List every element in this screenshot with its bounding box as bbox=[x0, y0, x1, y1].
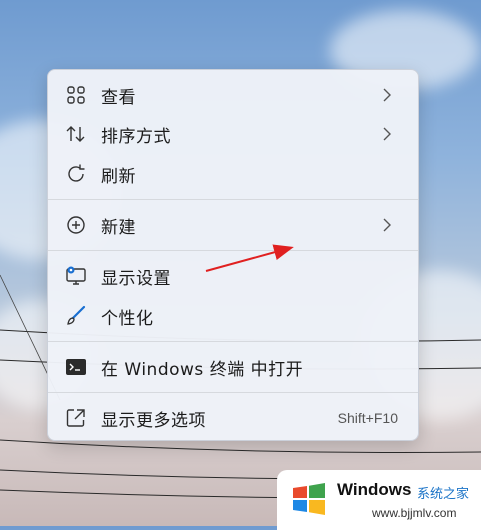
watermark-title: Windows bbox=[337, 480, 412, 499]
menu-item-label: 刷新 bbox=[101, 166, 136, 187]
grid-view-icon bbox=[65, 84, 87, 106]
refresh-icon bbox=[65, 163, 87, 185]
sort-icon bbox=[65, 123, 87, 145]
more-options-icon bbox=[65, 407, 87, 429]
menu-item-new[interactable]: 新建 bbox=[53, 206, 413, 244]
menu-item-sort-by[interactable]: 排序方式 bbox=[53, 115, 413, 153]
site-watermark: Windows 系统之家 www.bjjmlv.com bbox=[277, 470, 481, 530]
menu-item-refresh[interactable]: 刷新 bbox=[53, 155, 413, 193]
menu-item-view[interactable]: 查看 bbox=[53, 76, 413, 114]
menu-item-label: 显示更多选项 bbox=[101, 410, 206, 431]
menu-separator bbox=[48, 199, 418, 200]
menu-item-open-terminal[interactable]: 在 Windows 终端 中打开 bbox=[53, 348, 413, 386]
windows-logo-icon bbox=[293, 483, 325, 515]
keyboard-shortcut: Shift+F10 bbox=[337, 410, 398, 426]
desktop-context-menu: 查看 排序方式 刷新 新建 显示设置 个性化 在 Windows 终端 中打开 … bbox=[47, 69, 419, 441]
terminal-icon bbox=[65, 356, 87, 378]
menu-item-label: 在 Windows 终端 中打开 bbox=[101, 359, 304, 380]
menu-item-label: 新建 bbox=[101, 217, 136, 238]
watermark-subtitle: 系统之家 bbox=[417, 487, 470, 502]
watermark-url: www.bjjmlv.com bbox=[372, 506, 457, 520]
chevron-right-icon bbox=[383, 127, 391, 141]
new-plus-icon bbox=[65, 214, 87, 236]
brush-icon bbox=[65, 305, 87, 327]
menu-item-label: 查看 bbox=[101, 87, 136, 108]
menu-item-personalize[interactable]: 个性化 bbox=[53, 297, 413, 335]
menu-separator bbox=[48, 392, 418, 393]
chevron-right-icon bbox=[383, 88, 391, 102]
display-settings-icon bbox=[65, 265, 87, 287]
menu-item-label: 个性化 bbox=[101, 308, 154, 329]
chevron-right-icon bbox=[383, 218, 391, 232]
menu-item-label: 显示设置 bbox=[101, 268, 171, 289]
menu-separator bbox=[48, 250, 418, 251]
menu-item-show-more-options[interactable]: 显示更多选项 Shift+F10 bbox=[53, 399, 413, 437]
menu-item-label: 排序方式 bbox=[101, 126, 171, 147]
menu-item-display-settings[interactable]: 显示设置 bbox=[53, 257, 413, 295]
menu-separator bbox=[48, 341, 418, 342]
